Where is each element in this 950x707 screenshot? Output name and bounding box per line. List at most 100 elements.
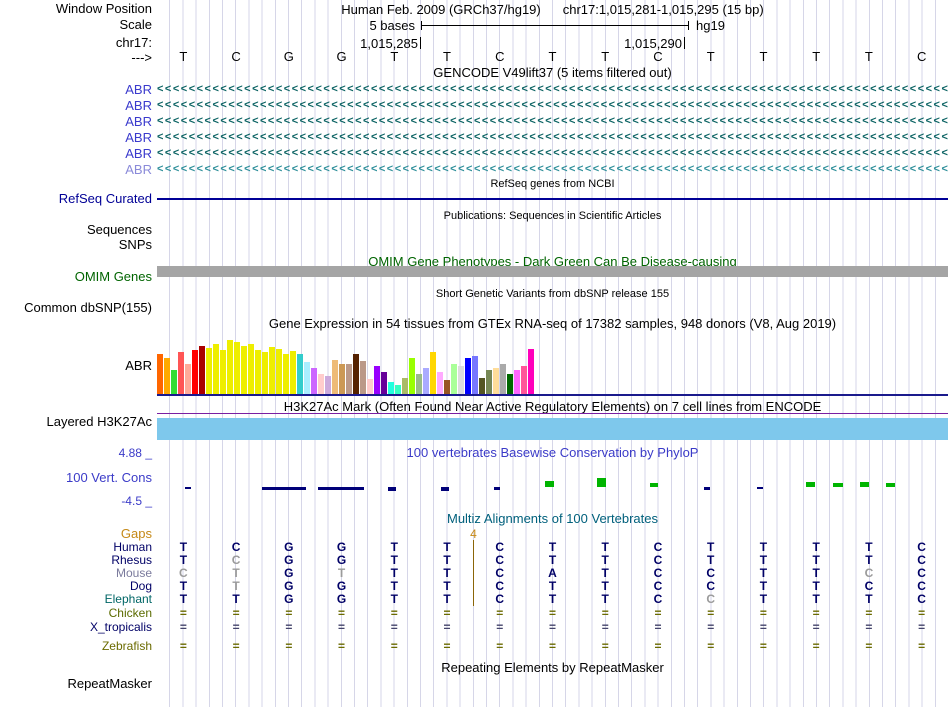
gtex-tissue-bar[interactable] [339,364,345,394]
gtex-tissue-bar[interactable] [374,366,380,394]
omim-gene-bar[interactable] [157,266,948,277]
gtex-tissue-bar[interactable] [325,376,331,394]
gtex-tissue-bar[interactable] [248,344,254,394]
refseq-gene-line[interactable] [157,198,948,200]
gtex-tissue-bar[interactable] [220,350,226,394]
gtex-tissue-bar[interactable] [472,356,478,394]
base-letter: T [390,49,399,64]
gtex-tissue-bar[interactable] [255,350,261,394]
phylop-wiggle[interactable] [157,460,948,506]
phylop-score-mark [441,487,449,491]
gtex-tissue-bar[interactable] [157,354,163,394]
gtex-tissue-bar[interactable] [360,361,366,394]
gtex-tissue-bar[interactable] [437,372,443,394]
gtex-tissue-bar[interactable] [402,378,408,394]
transcript-direction-arrows[interactable]: <<<<<<<<<<<<<<<<<<<<<<<<<<<<<<<<<<<<<<<<… [157,82,949,97]
gtex-bars[interactable] [157,338,948,394]
species-label[interactable]: Chicken [0,607,152,620]
gtex-tissue-bar[interactable] [353,354,359,394]
gtex-tissue-bar[interactable] [416,374,422,394]
transcript-direction-arrows[interactable]: <<<<<<<<<<<<<<<<<<<<<<<<<<<<<<<<<<<<<<<<… [157,162,949,177]
gtex-tissue-bar[interactable] [381,372,387,394]
multiz-row-x_tropicalis[interactable]: X_tropicalis = = = = = = = = = = = = = = = [0,621,950,634]
phylop-track-label[interactable]: 100 Vert. Cons [0,471,152,485]
gtex-tissue-bar[interactable] [493,368,499,394]
gtex-tissue-bar[interactable] [367,379,373,394]
transcript-direction-arrows[interactable]: <<<<<<<<<<<<<<<<<<<<<<<<<<<<<<<<<<<<<<<<… [157,146,949,161]
gtex-tissue-bar[interactable] [297,354,303,394]
gencode-item-label[interactable]: ABR [0,146,152,161]
gencode-item-label[interactable]: ABR [0,130,152,145]
gtex-tissue-bar[interactable] [521,366,527,394]
omim-genes-label[interactable]: OMIM Genes [0,270,152,284]
gtex-tissue-bar[interactable] [178,352,184,394]
gtex-tissue-bar[interactable] [164,358,170,394]
transcript-direction-arrows[interactable]: <<<<<<<<<<<<<<<<<<<<<<<<<<<<<<<<<<<<<<<<… [157,98,949,113]
gencode-transcript-row[interactable]: ABR <<<<<<<<<<<<<<<<<<<<<<<<<<<<<<<<<<<<<… [0,114,950,129]
gtex-tissue-bar[interactable] [304,362,310,394]
gtex-tissue-bar[interactable] [409,358,415,394]
repeatmasker-track-label[interactable]: RepeatMasker [0,677,152,691]
gtex-tissue-bar[interactable] [388,382,394,394]
gtex-tissue-bar[interactable] [318,374,324,394]
gtex-tissue-bar[interactable] [192,350,198,394]
h3k27ac-track-label[interactable]: Layered H3K27Ac [0,415,152,429]
gtex-tissue-bar[interactable] [465,358,471,394]
gtex-tissue-bar[interactable] [507,374,513,394]
gtex-tissue-bar[interactable] [171,370,177,394]
gaps-row-label[interactable]: Gaps [0,527,152,541]
base-letter: C [653,49,663,64]
gtex-tissue-bar[interactable] [430,352,436,394]
transcript-direction-arrows[interactable]: <<<<<<<<<<<<<<<<<<<<<<<<<<<<<<<<<<<<<<<<… [157,114,949,129]
multiz-row-chicken[interactable]: Chicken = = = = = = = = = = = = = = = [0,607,950,620]
gencode-item-label[interactable]: ABR [0,114,152,129]
gtex-tissue-bar[interactable] [395,385,401,394]
gtex-tissue-bar[interactable] [444,380,450,394]
gtex-tissue-bar[interactable] [213,344,219,394]
alignment-base: = [443,606,451,620]
species-label[interactable]: X_tropicalis [0,621,152,634]
gtex-tissue-bar[interactable] [199,346,205,394]
gencode-transcript-row[interactable]: ABR <<<<<<<<<<<<<<<<<<<<<<<<<<<<<<<<<<<<<… [0,130,950,145]
gencode-transcript-row[interactable]: ABR <<<<<<<<<<<<<<<<<<<<<<<<<<<<<<<<<<<<<… [0,82,950,97]
gtex-tissue-bar[interactable] [486,370,492,394]
gtex-tissue-bar[interactable] [290,351,296,394]
multiz-row-elephant[interactable]: Elephant T T G G T T C T T C C T T T C [0,593,950,606]
gtex-tissue-bar[interactable] [206,348,212,394]
refseq-curated-label[interactable]: RefSeq Curated [0,192,152,206]
gtex-tissue-bar[interactable] [311,368,317,394]
gtex-tissue-bar[interactable] [276,349,282,394]
alignment-cells: TTGGTTCTTCCTTTC [157,593,948,606]
gtex-tissue-bar[interactable] [234,342,240,394]
species-label[interactable]: Elephant [0,593,152,606]
gtex-tissue-bar[interactable] [262,352,268,394]
gtex-tissue-bar[interactable] [479,378,485,394]
gencode-transcript-row[interactable]: ABR <<<<<<<<<<<<<<<<<<<<<<<<<<<<<<<<<<<<<… [0,162,950,177]
gencode-item-label[interactable]: ABR [0,98,152,113]
gtex-tissue-bar[interactable] [332,360,338,394]
gtex-tissue-bar[interactable] [227,340,233,394]
h3k27ac-signal-block[interactable] [157,418,948,440]
gencode-transcript-row[interactable]: ABR <<<<<<<<<<<<<<<<<<<<<<<<<<<<<<<<<<<<<… [0,146,950,161]
gtex-tissue-bar[interactable] [451,364,457,394]
transcript-direction-arrows[interactable]: <<<<<<<<<<<<<<<<<<<<<<<<<<<<<<<<<<<<<<<<… [157,130,949,145]
gtex-tissue-bar[interactable] [241,346,247,394]
gtex-tissue-bar[interactable] [346,364,352,394]
gtex-tissue-bar[interactable] [458,366,464,394]
multiz-row-zebrafish[interactable]: Zebrafish = = = = = = = = = = = = = = = [0,640,950,653]
gtex-tissue-bar[interactable] [500,364,506,394]
species-label[interactable]: Zebrafish [0,640,152,653]
gencode-transcript-row[interactable]: ABR <<<<<<<<<<<<<<<<<<<<<<<<<<<<<<<<<<<<<… [0,98,950,113]
gtex-tissue-bar[interactable] [185,364,191,394]
gtex-tissue-bar[interactable] [514,370,520,394]
gtex-gene-label[interactable]: ABR [0,359,152,373]
gtex-tissue-bar[interactable] [423,368,429,394]
dbsnp-track-label[interactable]: Common dbSNP(155) [0,301,152,315]
gtex-tissue-bar[interactable] [528,349,534,394]
gtex-tissue-bar[interactable] [269,347,275,394]
gtex-tissue-bar[interactable] [283,354,289,394]
gencode-item-label[interactable]: ABR [0,162,152,177]
snps-track-label[interactable]: SNPs [0,238,152,252]
sequences-track-label[interactable]: Sequences [0,223,152,237]
gencode-item-label[interactable]: ABR [0,82,152,97]
